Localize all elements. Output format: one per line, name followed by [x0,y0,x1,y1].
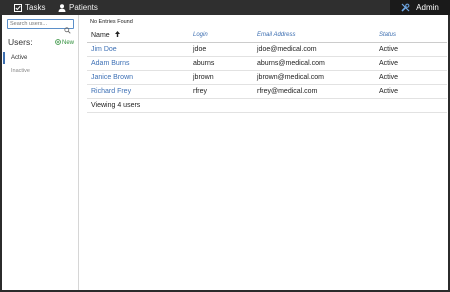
sort-ascending-icon [114,31,120,39]
column-header-name[interactable]: Name [87,29,189,43]
content-area: Users: New Active Inactive No Entries Fo… [2,15,448,290]
nav-tasks-label: Tasks [25,3,46,12]
person-icon [58,3,66,12]
users-header: Users: New [8,37,74,49]
nav-patients-label: Patients [69,3,98,12]
sidebar-item-label: Active [11,55,28,61]
user-email: jdoe@medical.com [253,42,375,57]
top-nav-bar: Tasks Patients Admin [0,0,450,15]
table-row[interactable]: Jim Doe jdoe jdoe@medical.com Active [87,42,447,57]
app-window: Tasks Patients Admin Users: [0,0,450,292]
user-name-link[interactable]: Janice Brown [87,70,189,85]
user-email: aburns@medical.com [253,56,375,71]
search-box[interactable] [7,19,74,34]
table-row[interactable]: Janice Brown jbrown jbrown@medical.com A… [87,70,447,85]
user-name-link[interactable]: Jim Doe [87,42,189,57]
user-email: jbrown@medical.com [253,70,375,85]
user-email: rfrey@medical.com [253,84,375,99]
table-header-row: Name Login Email Address Status [87,29,447,43]
plus-circle-icon [55,39,61,47]
table-row[interactable]: Adam Burns aburns aburns@medical.com Act… [87,56,447,71]
tools-icon [401,3,410,12]
main-panel: No Entries Found Name Login Email Addres… [80,15,448,290]
user-login: aburns [189,56,253,71]
new-user-label: New [61,40,74,46]
nav-patients[interactable]: Patients [58,0,98,15]
users-table: Name Login Email Address Status Jim Doe [87,29,447,113]
user-status: Active [375,84,447,99]
nav-admin[interactable]: Admin [390,0,450,15]
sidebar: Users: New Active Inactive [2,15,79,290]
checkbox-icon [14,3,22,12]
user-login: jdoe [189,42,253,57]
table-row[interactable]: Richard Frey rfrey rfrey@medical.com Act… [87,84,447,99]
sidebar-item-inactive[interactable]: Inactive [2,65,78,77]
status-message: No Entries Found [90,19,133,25]
user-login: jbrown [189,70,253,85]
column-header-login[interactable]: Login [189,29,253,43]
new-user-button[interactable]: New [55,39,74,47]
user-status: Active [375,42,447,57]
user-name-link[interactable]: Richard Frey [87,84,189,99]
nav-admin-label: Admin [416,3,439,12]
search-input[interactable] [10,20,62,28]
column-header-status[interactable]: Status [375,29,447,43]
viewing-count: Viewing 4 users [87,98,447,113]
user-login: rfrey [189,84,253,99]
table-footer-row: Viewing 4 users [87,98,447,113]
nav-tasks[interactable]: Tasks [14,0,45,15]
user-name-link[interactable]: Adam Burns [87,56,189,71]
sidebar-item-active[interactable]: Active [2,52,78,64]
users-title: Users: [8,37,33,47]
column-header-email[interactable]: Email Address [253,29,375,43]
user-status: Active [375,56,447,71]
sidebar-item-label: Inactive [11,68,30,74]
user-status: Active [375,70,447,85]
